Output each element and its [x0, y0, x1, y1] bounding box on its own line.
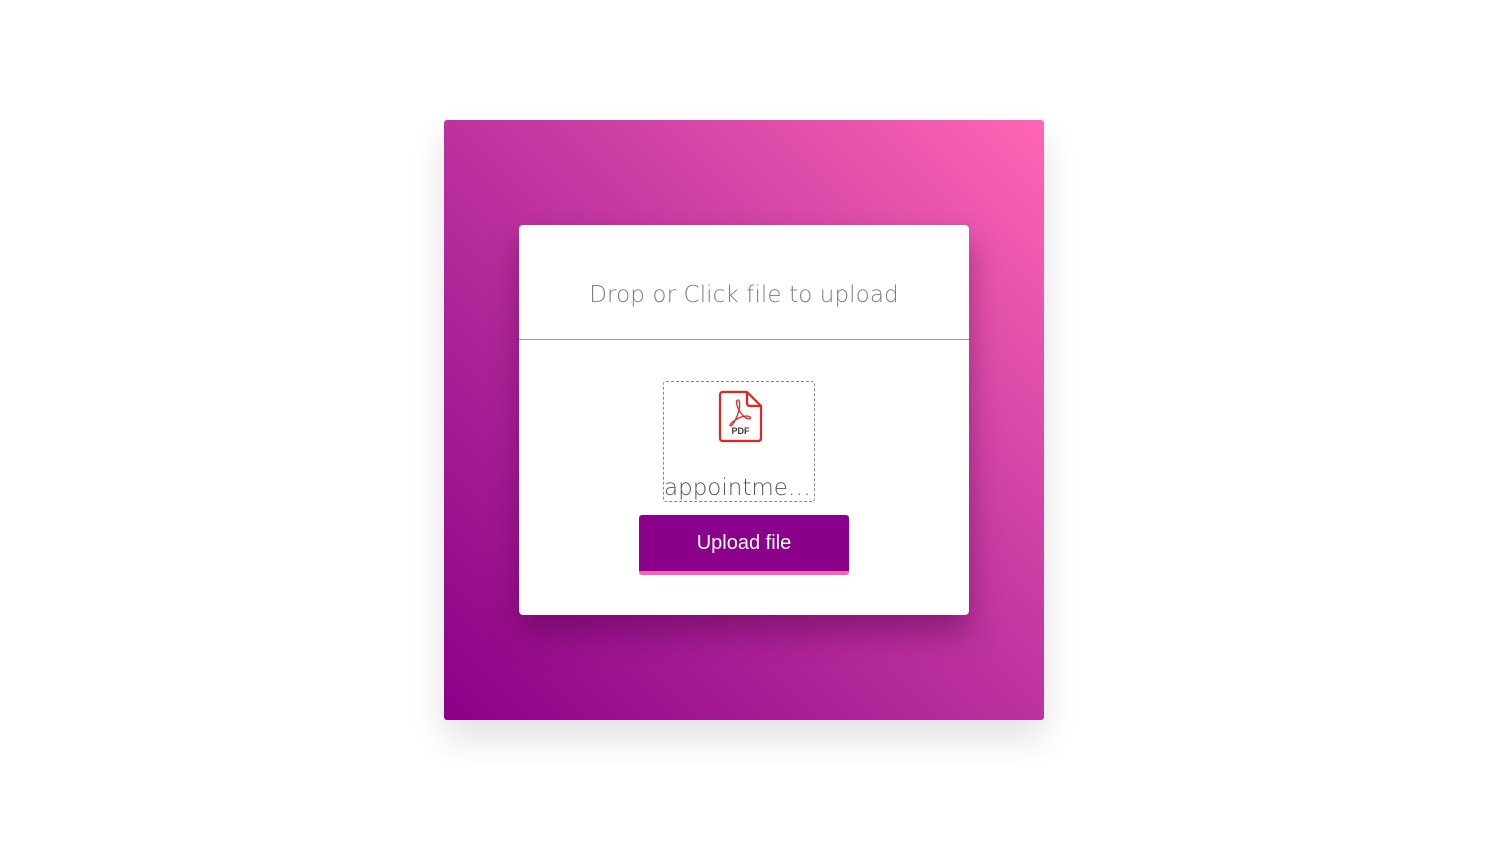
file-preview-tile[interactable]: PDF appointmen...	[663, 381, 815, 502]
upload-card: Drop or Click file to upload PDF appoint…	[519, 225, 969, 615]
pdf-type-label: PDF	[732, 426, 751, 436]
file-drop-zone[interactable]: Drop or Click file to upload	[519, 225, 969, 340]
pdf-file-icon: PDF	[718, 390, 763, 443]
drop-zone-prompt: Drop or Click file to upload	[589, 281, 899, 308]
upload-file-button[interactable]: Upload file	[639, 515, 849, 575]
uploaded-file-name: appointmen...	[664, 475, 814, 501]
